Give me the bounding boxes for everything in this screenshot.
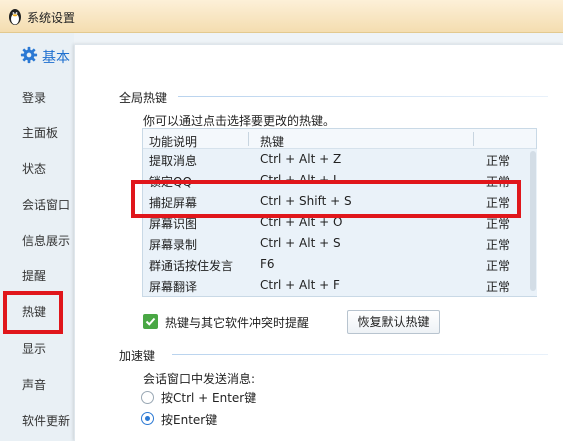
table-row[interactable]: 提取消息 Ctrl + Alt + Z 正常 [143, 149, 528, 170]
row-function: 屏幕翻译 [149, 280, 198, 294]
row-status: 正常 [486, 259, 511, 273]
qq-penguin-icon [9, 9, 21, 25]
sidebar-category-basic[interactable]: 基本 [0, 33, 74, 77]
row-status: 正常 [486, 280, 511, 294]
ctrl-enter-label[interactable]: 按Ctrl + Enter键 [161, 389, 256, 406]
sidebar-item-display[interactable]: 显示 [22, 340, 46, 357]
scrollbar-thumb[interactable] [530, 151, 536, 291]
column-header-hotkey: 热键 [260, 135, 285, 149]
ctrl-enter-radio[interactable] [141, 391, 154, 404]
column-separator [248, 132, 249, 146]
sidebar-item-reminder[interactable]: 提醒 [22, 267, 46, 284]
title-bar: 系统设置 [0, 0, 563, 33]
row-function: 群通话按住发言 [149, 259, 234, 273]
table-row[interactable]: 屏幕翻译 Ctrl + Alt + F 正常 [143, 275, 528, 296]
enter-label[interactable]: 按Enter键 [161, 411, 217, 428]
column-header-function: 功能说明 [149, 135, 198, 149]
table-scrollbar[interactable] [529, 149, 537, 296]
section-divider [172, 354, 548, 355]
gear-icon [20, 46, 38, 64]
sidebar-item-status[interactable]: 状态 [22, 160, 46, 177]
row-status: 正常 [486, 154, 511, 168]
table-row[interactable]: 群通话按住发言 F6 正常 [143, 254, 528, 275]
section-divider [178, 96, 548, 97]
sidebar-item-sound[interactable]: 声音 [22, 376, 46, 393]
row-hotkey: F6 [260, 257, 275, 271]
row-hotkey: Ctrl + Alt + S [260, 236, 341, 250]
sidebar: 基本 登录 主面板 状态 会话窗口 信息展示 提醒 热键 显示 声音 软件更新 [0, 33, 74, 441]
sidebar-item-login[interactable]: 登录 [22, 89, 46, 106]
column-separator [473, 132, 474, 146]
sidebar-category-label: 基本 [42, 50, 70, 66]
table-row[interactable]: 屏幕录制 Ctrl + Alt + S 正常 [143, 233, 528, 254]
hotkeys-table-header: 功能说明 热键 [143, 129, 536, 149]
sidebar-hotkeys-highlight-box [3, 291, 63, 334]
accelerator-section-title: 加速键 [119, 349, 156, 363]
global-hotkeys-section-title: 全局热键 [119, 91, 168, 105]
window-title: 系统设置 [27, 11, 76, 25]
conflict-reminder-label[interactable]: 热键与其它软件冲突时提醒 [165, 314, 309, 331]
sidebar-item-main-panel[interactable]: 主面板 [22, 124, 58, 141]
sidebar-item-info-display[interactable]: 信息展示 [22, 232, 70, 249]
row-status: 正常 [486, 238, 511, 252]
hotkeys-hint: 你可以通过点击选择要更改的热键。 [143, 114, 336, 128]
row-function: 提取消息 [149, 154, 198, 168]
capture-screen-row-highlight-box [131, 180, 521, 218]
enter-radio[interactable] [141, 412, 154, 425]
conflict-reminder-checkbox[interactable] [143, 314, 158, 329]
row-hotkey: Ctrl + Alt + Z [260, 152, 342, 166]
row-function: 屏幕录制 [149, 238, 198, 252]
sidebar-item-chat-window[interactable]: 会话窗口 [22, 196, 70, 213]
row-hotkey: Ctrl + Alt + F [260, 278, 340, 292]
checkmark-icon [145, 317, 156, 326]
restore-default-hotkeys-button[interactable]: 恢复默认热键 [347, 310, 440, 334]
sidebar-item-software-update[interactable]: 软件更新 [22, 412, 70, 429]
send-message-label: 会话窗口中发送消息: [143, 372, 256, 386]
